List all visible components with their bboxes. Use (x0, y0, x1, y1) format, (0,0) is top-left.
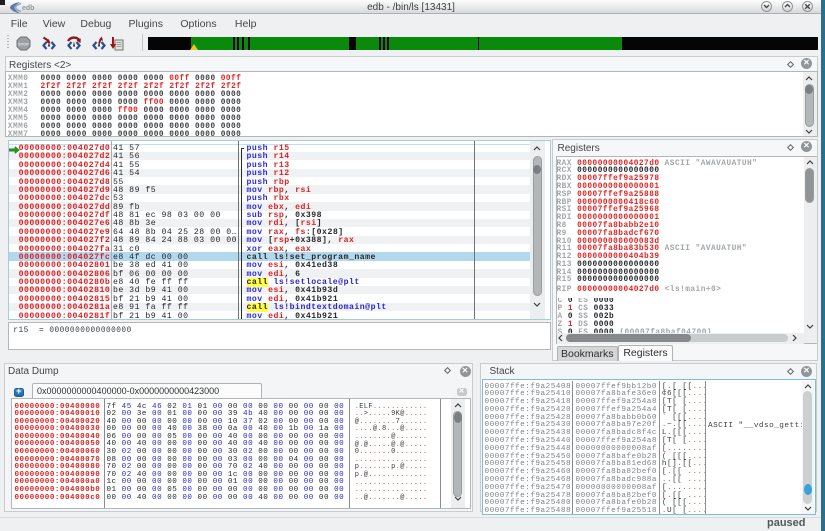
svg-text:STOP: STOP (18, 42, 29, 47)
